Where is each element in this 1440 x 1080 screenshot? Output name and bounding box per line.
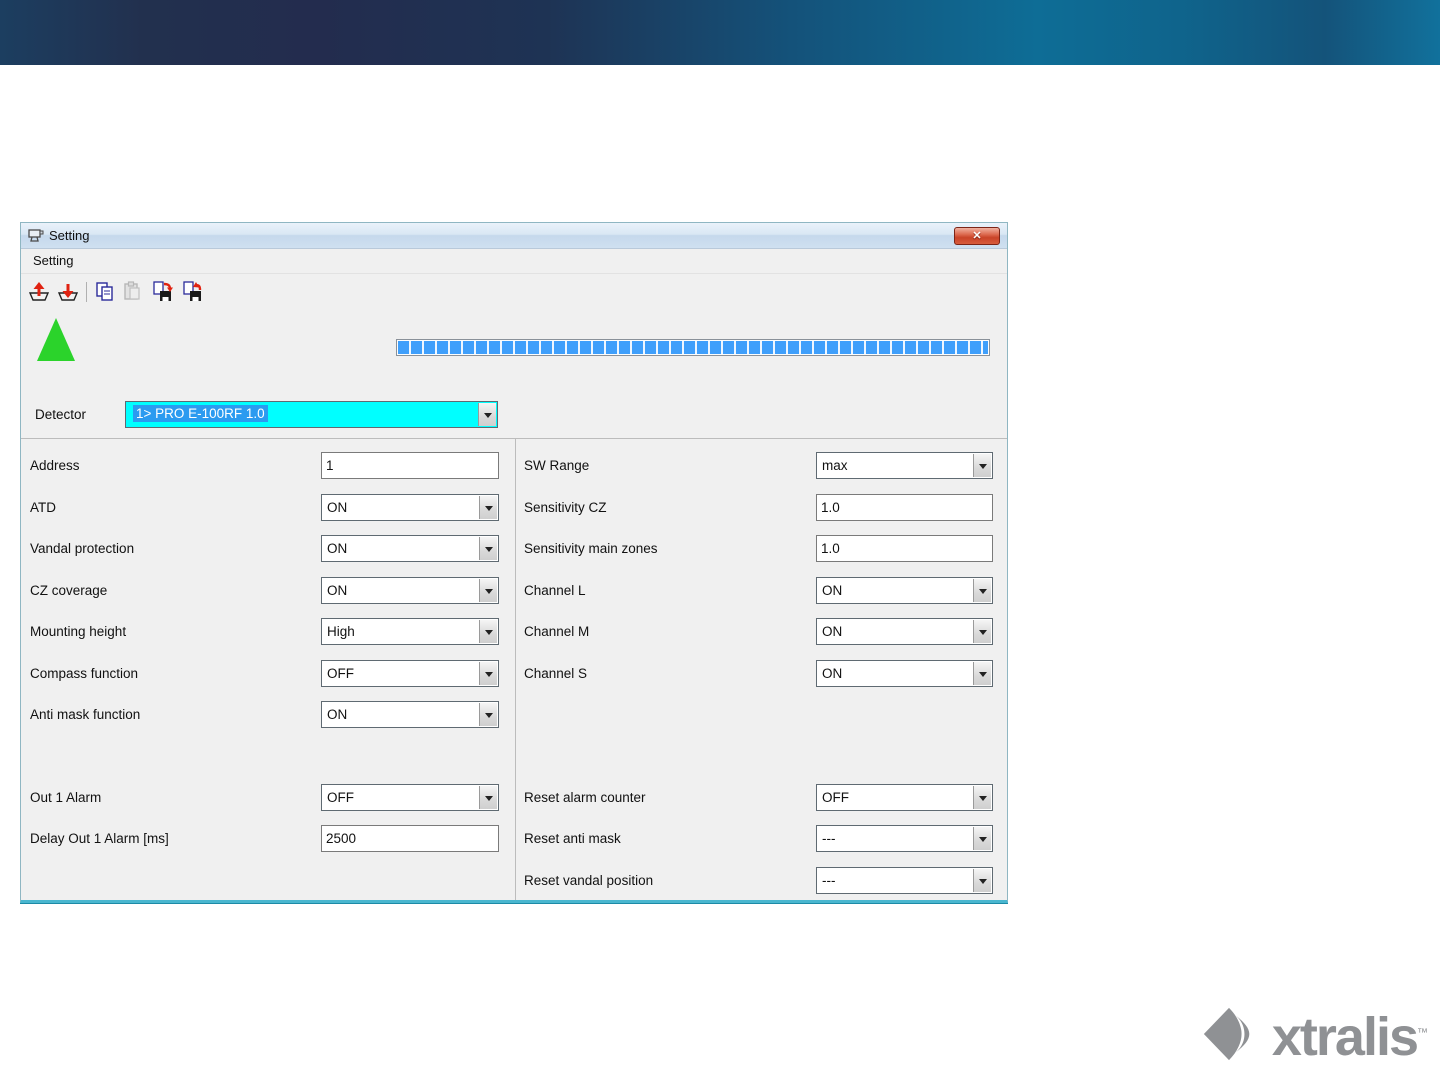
cz-coverage-select[interactable]: ON xyxy=(321,577,499,604)
compass-function-select[interactable]: OFF xyxy=(321,660,499,687)
field-label: Sensitivity main zones xyxy=(524,541,658,556)
field-label: Anti mask function xyxy=(30,707,141,722)
chevron-down-icon[interactable] xyxy=(479,537,497,560)
progress-fill xyxy=(398,341,988,354)
save-export-icon[interactable] xyxy=(152,281,174,303)
close-button[interactable]: ✕ xyxy=(954,227,1000,245)
out1-alarm-select[interactable]: OFF xyxy=(321,784,499,811)
chevron-down-icon[interactable] xyxy=(479,703,497,726)
toolbar-separator xyxy=(86,282,87,302)
chevron-down-icon[interactable] xyxy=(479,579,497,602)
form-row: Out 1 Alarm OFF xyxy=(30,784,510,811)
detector-label: Detector xyxy=(35,407,87,422)
form-row: Channel L ON xyxy=(524,577,1004,604)
vandal-protection-select[interactable]: ON xyxy=(321,535,499,562)
field-label: Channel M xyxy=(524,624,590,639)
progress-bar xyxy=(396,339,990,356)
form-separator-line xyxy=(21,438,1007,439)
field-label: Sensitivity CZ xyxy=(524,500,607,515)
reset-vandal-position-select[interactable]: --- xyxy=(816,867,993,894)
atd-select[interactable]: ON xyxy=(321,494,499,521)
setting-window: Setting ✕ Setting Detector 1> PRO E-100R… xyxy=(20,222,1008,903)
copy-icon[interactable] xyxy=(94,281,116,303)
chevron-down-icon[interactable] xyxy=(973,620,991,643)
mounting-height-select[interactable]: High xyxy=(321,618,499,645)
detector-value: 1> PRO E-100RF 1.0 xyxy=(133,405,268,422)
download-icon[interactable] xyxy=(57,281,79,303)
form-row: Address xyxy=(30,452,510,479)
form-row: SW Range max xyxy=(524,452,1004,479)
trademark-symbol: ™ xyxy=(1417,1026,1428,1039)
channel-s-select[interactable]: ON xyxy=(816,660,993,687)
chevron-down-icon[interactable] xyxy=(479,496,497,519)
sw-range-select[interactable]: max xyxy=(816,452,993,479)
title-bar[interactable]: Setting ✕ xyxy=(21,223,1007,249)
anti-mask-function-select[interactable]: ON xyxy=(321,701,499,728)
reset-alarm-counter-select[interactable]: OFF xyxy=(816,784,993,811)
sensitivity-cz-input[interactable] xyxy=(816,494,993,521)
save-import-icon[interactable] xyxy=(182,281,204,303)
field-label: Vandal protection xyxy=(30,541,135,556)
brand-logo: xtralis™ xyxy=(1200,1005,1428,1068)
form-row: Reset anti mask --- xyxy=(524,825,1004,852)
form-row: Compass function OFF xyxy=(30,660,510,687)
chevron-down-icon[interactable] xyxy=(973,869,991,892)
chevron-down-icon[interactable] xyxy=(973,579,991,602)
chevron-down-icon[interactable] xyxy=(478,403,496,426)
chevron-down-icon[interactable] xyxy=(479,786,497,809)
detector-row: Detector 1> PRO E-100RF 1.0 xyxy=(21,401,1007,428)
delay-out1-alarm-input[interactable] xyxy=(321,825,499,852)
menu-item-setting[interactable]: Setting xyxy=(25,249,81,273)
form-row: Reset vandal position --- xyxy=(524,867,1004,894)
field-label: ATD xyxy=(30,500,56,515)
toolbar xyxy=(21,274,1007,356)
field-label: Compass function xyxy=(30,666,139,681)
chevron-down-icon[interactable] xyxy=(973,662,991,685)
xtralis-diamond-icon xyxy=(1200,1005,1258,1068)
upload-icon[interactable] xyxy=(28,281,50,303)
form-row: Reset alarm counter OFF xyxy=(524,784,1004,811)
form-row: Anti mask function ON xyxy=(30,701,510,728)
field-label: Channel S xyxy=(524,666,588,681)
brand-wordmark: xtralis™ xyxy=(1271,1006,1428,1067)
form-row: Channel M ON xyxy=(524,618,1004,645)
field-label: Reset anti mask xyxy=(524,831,621,846)
sensitivity-main-zones-input[interactable] xyxy=(816,535,993,562)
chevron-down-icon[interactable] xyxy=(479,620,497,643)
column-divider-line xyxy=(515,438,516,900)
field-label: Reset vandal position xyxy=(524,873,654,888)
window-title: Setting xyxy=(49,228,90,243)
close-icon: ✕ xyxy=(972,230,982,242)
form-row: Vandal protection ON xyxy=(30,535,510,562)
field-label: SW Range xyxy=(524,458,590,473)
address-input[interactable] xyxy=(321,452,499,479)
menu-bar: Setting xyxy=(21,249,1007,274)
field-label: Mounting height xyxy=(30,624,127,639)
form-row: CZ coverage ON xyxy=(30,577,510,604)
form-row: Mounting height High xyxy=(30,618,510,645)
chevron-down-icon[interactable] xyxy=(973,827,991,850)
form-row: Delay Out 1 Alarm [ms] xyxy=(30,825,510,852)
paste-icon[interactable] xyxy=(122,281,144,303)
detector-select[interactable]: 1> PRO E-100RF 1.0 xyxy=(125,401,498,428)
header-banner xyxy=(0,0,1440,65)
form-row: Sensitivity main zones xyxy=(524,535,1004,562)
status-triangle-icon xyxy=(37,318,75,361)
window-icon xyxy=(28,228,45,248)
field-label: Channel L xyxy=(524,583,586,598)
chevron-down-icon[interactable] xyxy=(973,454,991,477)
chevron-down-icon[interactable] xyxy=(973,786,991,809)
reset-anti-mask-select[interactable]: --- xyxy=(816,825,993,852)
form-row: ATD ON xyxy=(30,494,510,521)
field-label: Address xyxy=(30,458,80,473)
form-row: Sensitivity CZ xyxy=(524,494,1004,521)
field-label: Reset alarm counter xyxy=(524,790,646,805)
channel-l-select[interactable]: ON xyxy=(816,577,993,604)
field-label: Delay Out 1 Alarm [ms] xyxy=(30,831,169,846)
channel-m-select[interactable]: ON xyxy=(816,618,993,645)
field-label: Out 1 Alarm xyxy=(30,790,102,805)
chevron-down-icon[interactable] xyxy=(479,662,497,685)
form-row: Channel S ON xyxy=(524,660,1004,687)
field-label: CZ coverage xyxy=(30,583,108,598)
